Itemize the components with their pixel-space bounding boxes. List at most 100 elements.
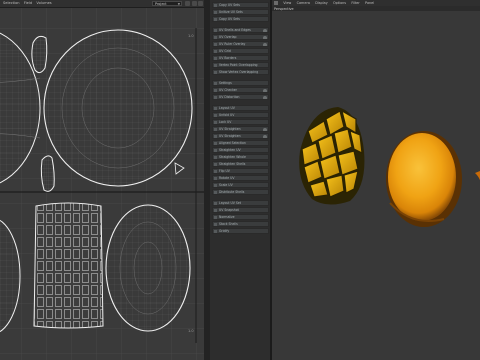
option-item[interactable]: UV Ruler Overlay <box>212 41 269 47</box>
checkbox-icon[interactable] <box>214 149 217 152</box>
checkbox-icon[interactable] <box>214 184 217 187</box>
checkbox-icon[interactable] <box>214 114 217 117</box>
option-item[interactable]: UV Overlap <box>212 34 269 40</box>
gear-icon[interactable] <box>263 35 267 39</box>
option-item[interactable]: UV Grid <box>212 48 269 54</box>
checkbox-icon[interactable] <box>214 50 217 53</box>
uv-shell[interactable] <box>43 29 193 187</box>
option-item-label: UV Distortion <box>219 95 240 99</box>
option-item[interactable]: Flip UV <box>212 168 269 174</box>
option-item[interactable]: UV Checker <box>212 87 269 93</box>
option-item[interactable]: Layout UV <box>212 105 269 111</box>
checkbox-icon[interactable] <box>214 135 217 138</box>
checkbox-icon[interactable] <box>214 223 217 226</box>
checkbox-icon[interactable] <box>214 230 217 233</box>
option-item-label: Copy UV Sets <box>219 17 240 21</box>
viewport-icon[interactable] <box>274 1 278 5</box>
option-item[interactable]: Lock UV <box>212 119 269 125</box>
option-item-label: Aligned Selection <box>219 141 246 145</box>
checkbox-icon[interactable] <box>214 43 217 46</box>
option-item[interactable]: Aligned Selection <box>212 140 269 146</box>
checkbox-icon[interactable] <box>214 177 217 180</box>
checkbox-icon[interactable] <box>214 202 217 205</box>
checkbox-icon[interactable] <box>214 29 217 32</box>
option-item[interactable]: Rotate UV <box>212 175 269 181</box>
uv-corner-label-top: 1.0 <box>188 34 194 38</box>
option-item[interactable]: Unfold UV <box>212 112 269 118</box>
option-item[interactable]: UV Distortion <box>212 94 269 100</box>
checkbox-icon[interactable] <box>214 57 217 60</box>
option-item[interactable]: Straighten UV <box>212 147 269 153</box>
gear-icon[interactable] <box>263 127 267 131</box>
menu-selection[interactable]: Selection <box>3 0 20 7</box>
frame-icon[interactable] <box>185 1 190 6</box>
option-item-label: Flip UV <box>219 169 230 173</box>
checkbox-icon[interactable] <box>214 216 217 219</box>
option-item[interactable]: Distribute Shells <box>212 189 269 195</box>
option-item-label: UV Checker <box>219 88 237 92</box>
mango-cheek-model[interactable] <box>386 131 462 227</box>
option-item[interactable]: Gridify <box>212 228 269 234</box>
menu-field[interactable]: Field <box>24 0 32 7</box>
checkbox-icon[interactable] <box>214 128 217 131</box>
checkbox-icon[interactable] <box>214 71 217 74</box>
uv-shell[interactable] <box>105 204 191 332</box>
option-item[interactable]: Layout UV Set <box>212 200 269 206</box>
menu-volumes[interactable]: Volumes <box>36 0 51 7</box>
checkbox-icon[interactable] <box>214 11 217 14</box>
checkbox-icon[interactable] <box>214 156 217 159</box>
checkbox-icon[interactable] <box>214 36 217 39</box>
checkbox-icon[interactable] <box>214 191 217 194</box>
gear-icon[interactable] <box>263 95 267 99</box>
checkbox-icon[interactable] <box>214 107 217 110</box>
option-item-label: UV Shells and Edges <box>219 28 251 32</box>
option-item[interactable]: Copy UV Sets <box>212 16 269 22</box>
option-item[interactable]: Scale UV <box>212 182 269 188</box>
option-item[interactable]: Settings <box>212 80 269 86</box>
option-item[interactable]: UV Straighten <box>212 126 269 132</box>
option-item-label: UV Ruler Overlay <box>219 42 246 46</box>
checkbox-icon[interactable] <box>214 209 217 212</box>
checkbox-icon[interactable] <box>214 96 217 99</box>
option-item[interactable]: Straighten Whole <box>212 154 269 160</box>
checkbox-icon[interactable] <box>214 64 217 67</box>
option-item[interactable]: Vertex Point Overlapping <box>212 62 269 68</box>
checkbox-icon[interactable] <box>214 82 217 85</box>
option-item-label: Settings <box>219 81 232 85</box>
option-item[interactable]: Show Vertex Overlapping <box>212 69 269 75</box>
checkbox-icon[interactable] <box>214 18 217 21</box>
mango-partial-model[interactable] <box>475 171 480 207</box>
uv-editor-canvas[interactable]: 1.0 1.0 <box>0 8 204 360</box>
option-item[interactable]: UV Snapshot <box>212 207 269 213</box>
project-dropdown[interactable]: Project ▼ <box>152 1 182 6</box>
uv-shell[interactable] <box>33 202 104 329</box>
option-item[interactable]: Normalize <box>212 214 269 220</box>
3d-viewport[interactable] <box>272 11 480 360</box>
option-item[interactable]: UV Borders <box>212 55 269 61</box>
option-item[interactable]: Straighten Shells <box>212 161 269 167</box>
checkbox-icon[interactable] <box>214 142 217 145</box>
checkbox-icon[interactable] <box>214 170 217 173</box>
uv-shell[interactable] <box>31 35 48 74</box>
uv-shell[interactable] <box>40 155 55 192</box>
option-item-label: Unitize UV Sets <box>219 10 243 14</box>
option-item[interactable]: UV Straighten <box>212 133 269 139</box>
mango-diced-model[interactable] <box>299 107 365 205</box>
checkbox-icon[interactable] <box>214 89 217 92</box>
option-item[interactable]: Copy UV Sets <box>212 2 269 8</box>
checkbox-icon[interactable] <box>214 4 217 7</box>
settings-icon[interactable] <box>192 1 197 6</box>
checkbox-icon[interactable] <box>214 163 217 166</box>
gear-icon[interactable] <box>263 88 267 92</box>
gear-icon[interactable] <box>263 28 267 32</box>
project-dropdown-value: Project <box>155 2 167 6</box>
option-item-label: Copy UV Sets <box>219 3 240 7</box>
gear-icon[interactable] <box>263 42 267 46</box>
option-item-label: Layout UV <box>219 106 235 110</box>
checkbox-icon[interactable] <box>214 121 217 124</box>
close-icon[interactable] <box>198 1 203 6</box>
gear-icon[interactable] <box>263 134 267 138</box>
option-item[interactable]: Stack Shells <box>212 221 269 227</box>
option-item[interactable]: UV Shells and Edges <box>212 27 269 33</box>
option-item[interactable]: Unitize UV Sets <box>212 9 269 15</box>
